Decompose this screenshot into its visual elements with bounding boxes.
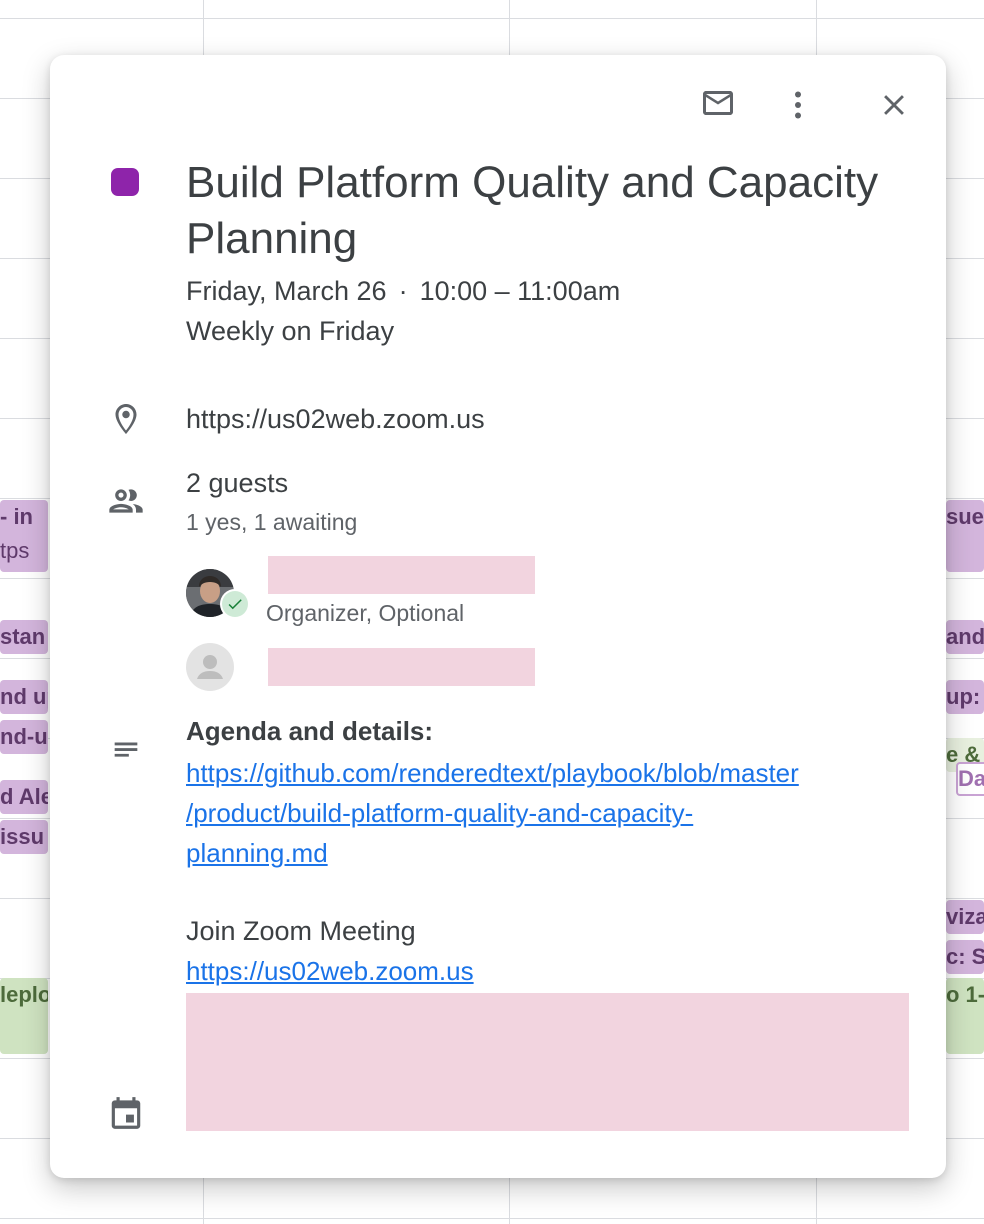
more-options-button[interactable] <box>774 81 822 129</box>
guests-rsvp-summary: 1 yes, 1 awaiting <box>186 509 358 535</box>
background-event[interactable]: - in tps <box>0 500 48 572</box>
datetime-separator: · <box>398 276 408 306</box>
description-heading: Agenda and details: <box>186 716 434 746</box>
email-guests-button[interactable] <box>694 79 742 127</box>
event-title: Build Platform Quality and Capacity Plan… <box>186 158 879 263</box>
background-event-label: viza <box>946 904 984 929</box>
grid-row-line <box>0 1218 984 1219</box>
background-event[interactable]: up: <box>946 680 984 714</box>
background-event-label: stan <box>0 624 46 649</box>
agenda-link-line: planning.md <box>186 838 328 868</box>
zoom-meeting-link[interactable]: https://us02web.zoom.us <box>186 953 474 989</box>
zoom-meeting-label: Join Zoom Meeting <box>186 916 416 946</box>
background-event-label: up: <box>946 684 981 709</box>
background-event[interactable]: viza <box>946 900 984 934</box>
background-event[interactable]: and <box>946 620 984 654</box>
event-location[interactable]: https://us02web.zoom.us <box>186 401 485 437</box>
background-event-label: tps <box>0 538 30 563</box>
background-event-label: - in <box>0 504 33 529</box>
background-event[interactable]: Da <box>956 762 984 796</box>
grid-row-line <box>0 18 984 19</box>
close-icon <box>884 95 904 115</box>
agenda-link-line: /product/build-platform-quality-and-capa… <box>186 798 694 828</box>
background-event[interactable]: nd-up <box>0 720 48 754</box>
background-event-label: o 1-1 <box>946 982 984 1007</box>
guests-count[interactable]: 2 guests <box>186 465 288 501</box>
background-event[interactable]: leplo <box>0 978 48 1054</box>
event-color-swatch <box>111 168 139 196</box>
guests-icon <box>106 481 146 521</box>
close-button[interactable] <box>870 81 918 129</box>
guest-role: Organizer, Optional <box>266 600 465 626</box>
event-datetime: Friday, March 26 · 10:00 – 11:00am <box>186 273 620 309</box>
location-icon <box>106 399 146 439</box>
event-details-popup: Build Platform Quality and Capacity Plan… <box>50 55 946 1178</box>
background-event-label: sues <box>946 504 984 529</box>
background-event-label: Da <box>958 766 984 791</box>
background-event-label: d Ale <box>0 784 48 809</box>
redacted-guest-name <box>268 648 535 686</box>
background-event-label: issu <box>0 824 45 849</box>
background-event-label: leplo <box>0 982 48 1007</box>
calendar-icon <box>106 1093 146 1133</box>
background-event[interactable]: o 1-1 <box>946 978 984 1054</box>
event-time: 10:00 – 11:00am <box>419 276 621 306</box>
background-event-label: nd up <box>0 684 48 709</box>
redacted-guest-name <box>268 556 535 594</box>
email-icon <box>703 91 733 115</box>
avatar[interactable] <box>186 643 234 691</box>
event-recurrence: Weekly on Friday <box>186 316 395 346</box>
background-event[interactable]: issu <box>0 820 48 854</box>
description-icon <box>106 731 146 771</box>
redacted-meeting-details <box>186 993 909 1131</box>
background-event-label: c: S <box>946 944 984 969</box>
more-options-icon <box>795 91 801 119</box>
background-event-label: nd-up <box>0 724 48 749</box>
background-event-label: and <box>946 624 984 649</box>
default-avatar-icon <box>197 655 223 679</box>
checkmark-icon <box>228 599 242 610</box>
background-event[interactable]: d Ale <box>0 780 48 814</box>
agenda-link-line: https://github.com/renderedtext/playbook… <box>186 758 799 788</box>
accepted-badge <box>220 589 250 619</box>
background-event[interactable]: c: S <box>946 940 984 974</box>
background-event[interactable]: nd up <box>0 680 48 714</box>
event-date: Friday, March 26 <box>186 276 387 306</box>
background-event[interactable]: sues <box>946 500 984 572</box>
agenda-link[interactable]: https://github.com/renderedtext/playbook… <box>186 753 906 873</box>
background-event[interactable]: stan <box>0 620 48 654</box>
